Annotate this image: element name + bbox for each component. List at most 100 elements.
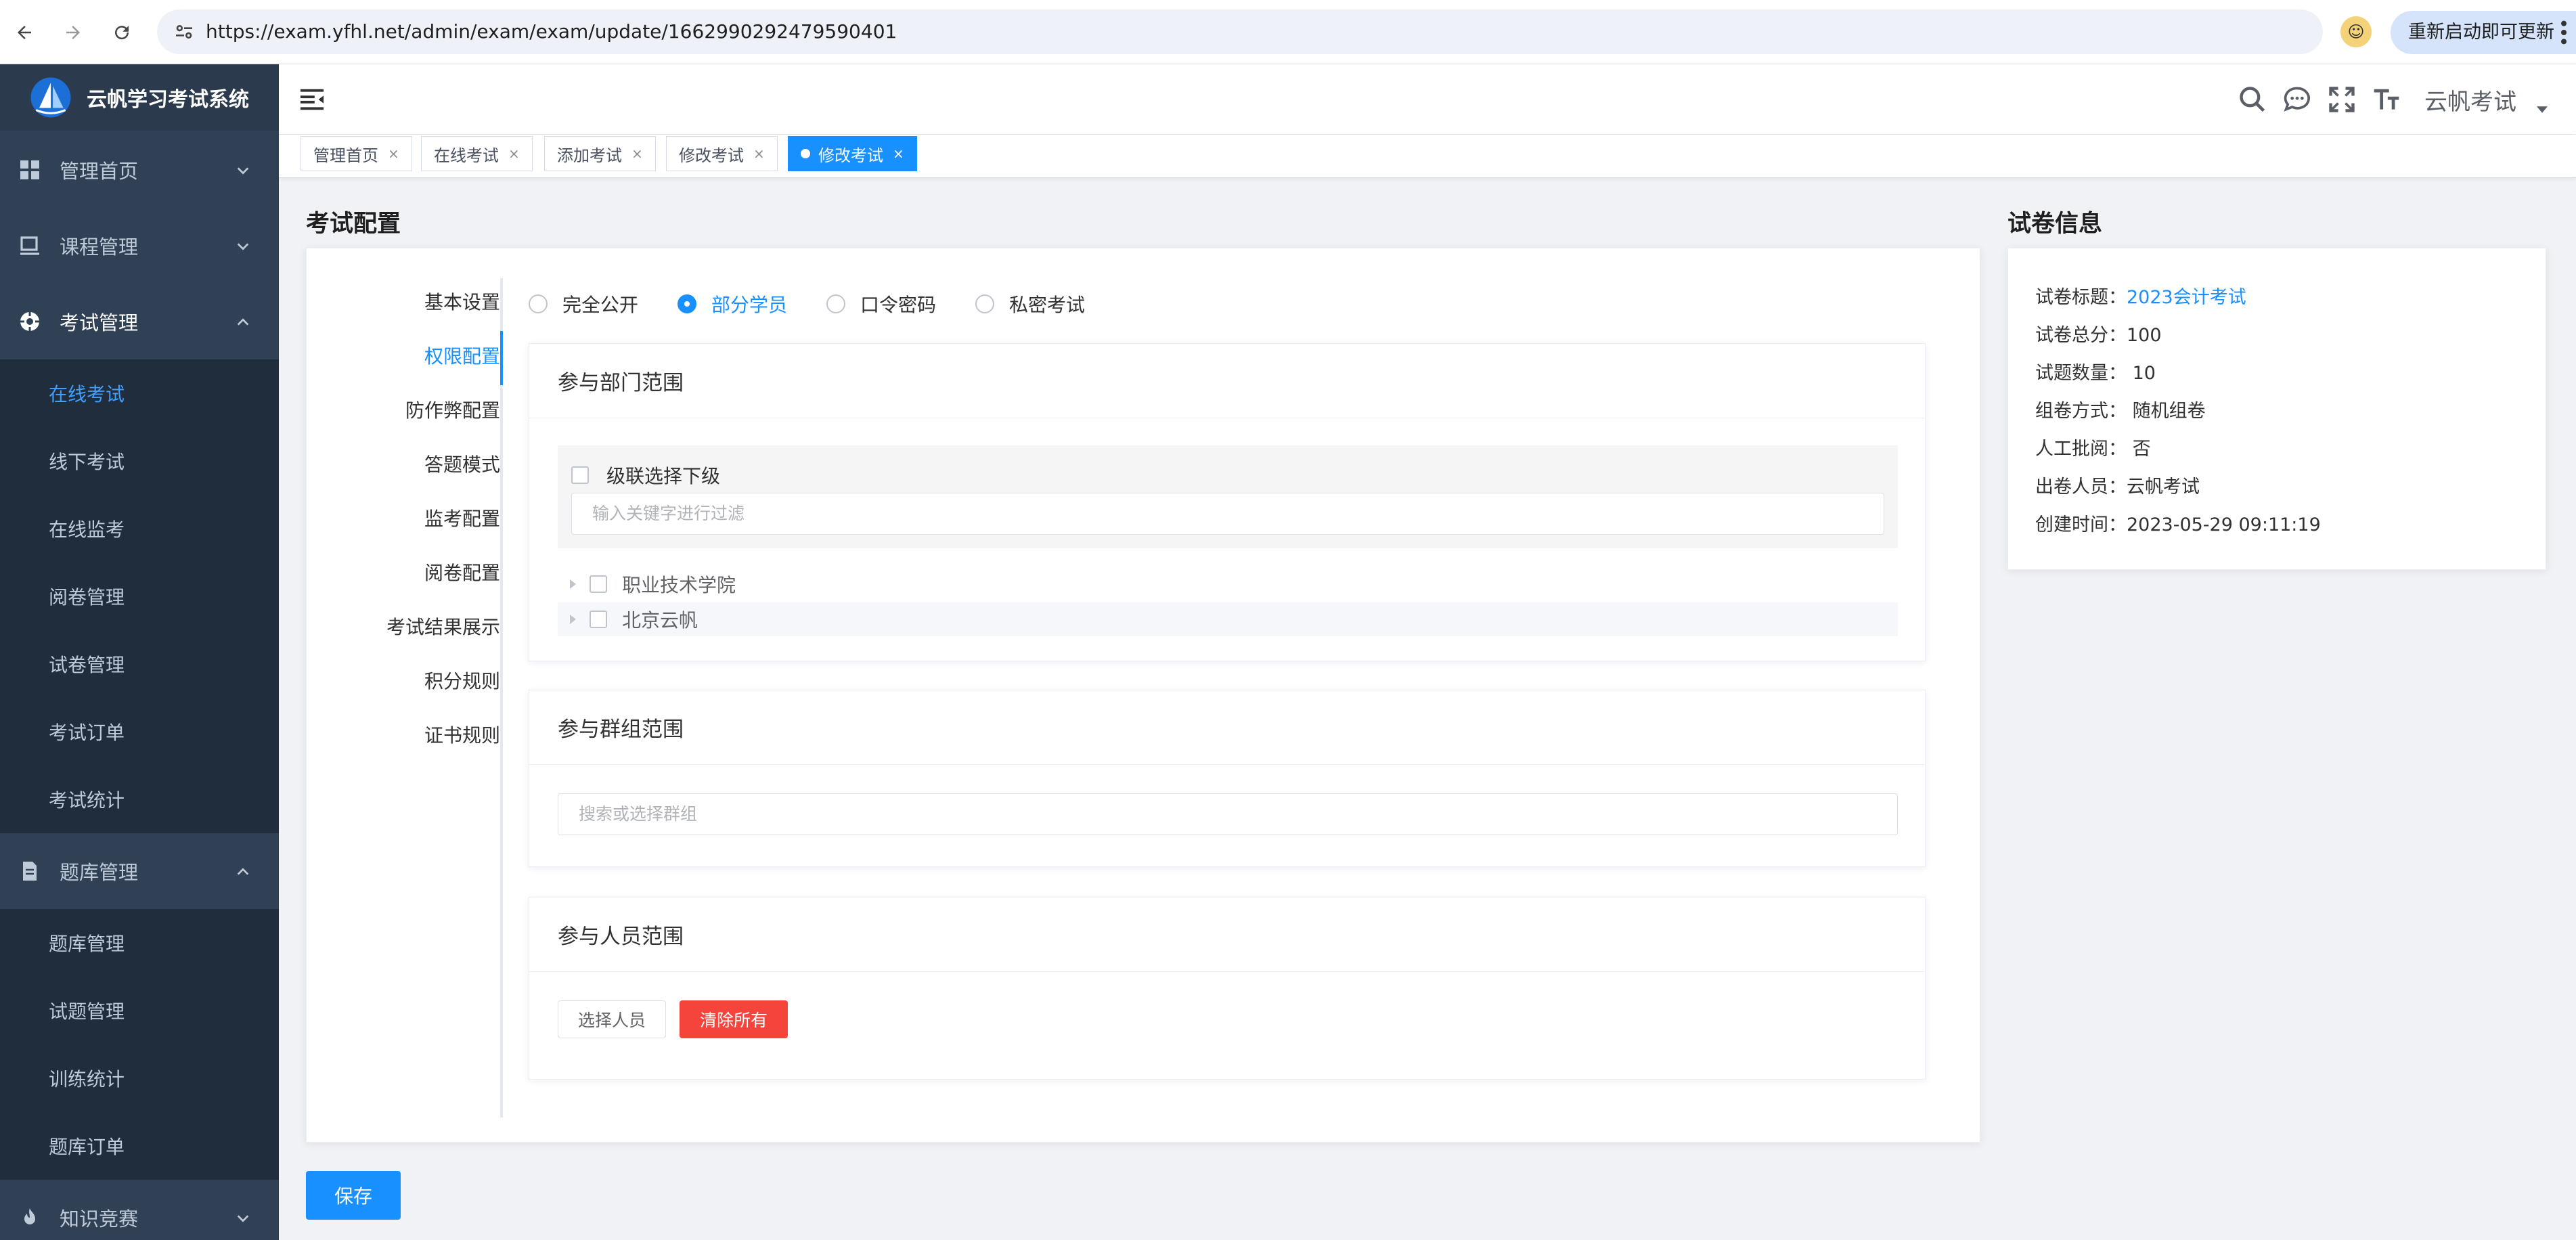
radio-label: 私密考试	[1009, 294, 1086, 316]
address-bar[interactable]: https://exam.yfhl.net/admin/exam/exam/up…	[157, 9, 2455, 54]
caret-down-icon[interactable]	[2537, 106, 2548, 113]
sidebar-item-grading[interactable]: 阅卷管理	[0, 562, 279, 630]
user-scope-panel: 参与人员范围 选择人员 清除所有	[529, 897, 1926, 1080]
reload-button[interactable]	[104, 15, 139, 50]
chevron-down-icon	[237, 1215, 249, 1222]
paper-title-row: 试卷标题：2023会计考试	[2035, 282, 2246, 309]
creator-row: 出卷人员：云帆考试	[2035, 472, 2200, 498]
active-tab-indicator	[500, 331, 503, 385]
tree-node[interactable]: 北京云帆	[558, 602, 1898, 636]
top-header: 云帆考试	[279, 64, 2576, 135]
menu-course[interactable]: 课程管理	[0, 208, 279, 284]
close-icon[interactable]: ×	[631, 146, 643, 162]
sidebar-item-training-stats[interactable]: 训练统计	[0, 1044, 279, 1112]
menu-label: 题库管理	[60, 861, 139, 884]
active-dot-icon	[801, 149, 810, 158]
sidebar-item-bank-orders[interactable]: 题库订单	[0, 1112, 279, 1180]
paper-info-card: 试卷标题：2023会计考试 试卷总分：100 试题数量： 10 组卷方式： 随机…	[2007, 248, 2546, 570]
tabs-divider	[500, 278, 503, 1117]
tab-points-rules[interactable]: 积分规则	[424, 667, 500, 694]
expand-caret-icon[interactable]	[570, 615, 576, 624]
radio-private-exam[interactable]: 私密考试	[975, 290, 1085, 317]
tag-edit-exam-active[interactable]: 修改考试 ×	[788, 136, 917, 171]
tag-home[interactable]: 管理首页 ×	[301, 136, 412, 171]
row-value: 2023-05-29 09:11:19	[2127, 514, 2321, 535]
cascade-checkbox[interactable]: 级联选择下级	[571, 462, 720, 489]
close-icon[interactable]: ×	[388, 146, 399, 162]
menu-label: 考试管理	[60, 311, 139, 334]
font-size-icon[interactable]	[2372, 85, 2401, 114]
dept-scope-panel: 参与部门范围 级联选择下级 输入关键字进行过滤 职业技术学院 北京云帆	[529, 343, 1926, 661]
dept-filter-input[interactable]: 输入关键字进行过滤	[571, 493, 1884, 535]
menu-collapse-icon[interactable]	[299, 87, 325, 112]
site-settings-icon[interactable]	[173, 21, 195, 43]
row-label: 出卷人员：	[2035, 477, 2127, 497]
row-label: 创建时间：	[2035, 514, 2127, 535]
sidebar-item-online-proctor[interactable]: 在线监考	[0, 495, 279, 562]
radio-circle	[975, 294, 994, 313]
checkbox-icon[interactable]	[590, 611, 607, 628]
menu-label: 知识竞赛	[60, 1208, 139, 1231]
sidebar-item-question-mgmt[interactable]: 试题管理	[0, 977, 279, 1044]
tab-certificate-rules[interactable]: 证书规则	[424, 721, 500, 748]
tab-anti-cheat[interactable]: 防作弊配置	[405, 396, 500, 423]
back-button[interactable]	[7, 15, 42, 50]
tag-label: 修改考试	[679, 146, 744, 165]
expand-caret-icon[interactable]	[570, 579, 576, 589]
search-icon[interactable]	[2238, 85, 2267, 114]
chevron-down-icon	[237, 167, 249, 175]
sidebar-item-bank-mgmt[interactable]: 题库管理	[0, 909, 279, 977]
question-bank-icon	[23, 862, 37, 881]
paper-title-link[interactable]: 2023会计考试	[2127, 287, 2246, 308]
fire-icon	[24, 1208, 35, 1224]
tab-permission-config[interactable]: 权限配置	[424, 342, 500, 369]
sidebar-item-offline-exam[interactable]: 线下考试	[0, 427, 279, 495]
menu-question-bank[interactable]: 题库管理	[0, 833, 279, 909]
brand[interactable]: 云帆学习考试系统	[0, 64, 279, 131]
forward-button[interactable]	[55, 15, 91, 50]
close-icon[interactable]: ×	[753, 146, 765, 162]
message-icon[interactable]	[2282, 85, 2312, 114]
chevron-up-icon	[237, 318, 249, 326]
sidebar-item-online-exam[interactable]: 在线考试	[0, 359, 279, 427]
fullscreen-icon[interactable]	[2327, 85, 2357, 114]
radio-some-students[interactable]: 部分学员	[678, 290, 787, 317]
tag-edit-exam[interactable]: 修改考试 ×	[666, 136, 778, 171]
tag-add-exam[interactable]: 添加考试 ×	[544, 136, 656, 171]
menu-contest[interactable]: 知识竞赛	[0, 1180, 279, 1240]
more-menu-icon[interactable]	[2560, 19, 2568, 46]
row-label: 组卷方式：	[2035, 401, 2127, 422]
close-icon[interactable]: ×	[893, 146, 904, 162]
config-card: 基本设置 权限配置 防作弊配置 答题模式 监考配置 阅卷配置 考试结果展示 积分…	[306, 248, 1980, 1143]
tab-proctor-config[interactable]: 监考配置	[424, 504, 500, 531]
sidebar-item-exam-orders[interactable]: 考试订单	[0, 698, 279, 766]
chevron-down-icon	[237, 243, 249, 250]
browser-update-button[interactable]: 重新启动即可更新	[2391, 11, 2576, 54]
menu-exam[interactable]: 考试管理	[0, 284, 279, 359]
tree-node[interactable]: 职业技术学院	[558, 567, 1898, 601]
select-users-button[interactable]: 选择人员	[558, 1000, 666, 1038]
user-menu[interactable]: 云帆考试	[2424, 83, 2516, 116]
row-value: 10	[2127, 363, 2156, 384]
save-button[interactable]: 保存	[306, 1171, 401, 1220]
group-search-select[interactable]: 搜索或选择群组	[558, 793, 1898, 835]
tag-label: 在线考试	[434, 146, 499, 165]
menu-dashboard[interactable]: 管理首页	[0, 132, 279, 208]
checkbox-icon[interactable]	[590, 575, 607, 593]
sidebar-item-paper-mgmt[interactable]: 试卷管理	[0, 630, 279, 698]
radio-circle	[529, 294, 548, 313]
radio-label: 部分学员	[711, 294, 788, 316]
compose-mode-row: 组卷方式： 随机组卷	[2035, 396, 2206, 422]
clear-all-button[interactable]: 清除所有	[680, 1000, 788, 1038]
close-icon[interactable]: ×	[508, 146, 520, 162]
sidebar-item-exam-stats[interactable]: 考试统计	[0, 766, 279, 833]
radio-passcode[interactable]: 口令密码	[826, 290, 936, 317]
tab-grading-config[interactable]: 阅卷配置	[424, 558, 500, 585]
dept-filter-box: 级联选择下级 输入关键字进行过滤	[558, 445, 1898, 548]
tab-result-display[interactable]: 考试结果展示	[386, 613, 500, 640]
profile-avatar[interactable]: ☺	[2340, 16, 2372, 47]
tag-online-exam[interactable]: 在线考试 ×	[421, 136, 533, 171]
tab-basic-settings[interactable]: 基本设置	[424, 288, 500, 315]
radio-fully-public[interactable]: 完全公开	[529, 290, 638, 317]
tab-answer-mode[interactable]: 答题模式	[424, 450, 500, 477]
